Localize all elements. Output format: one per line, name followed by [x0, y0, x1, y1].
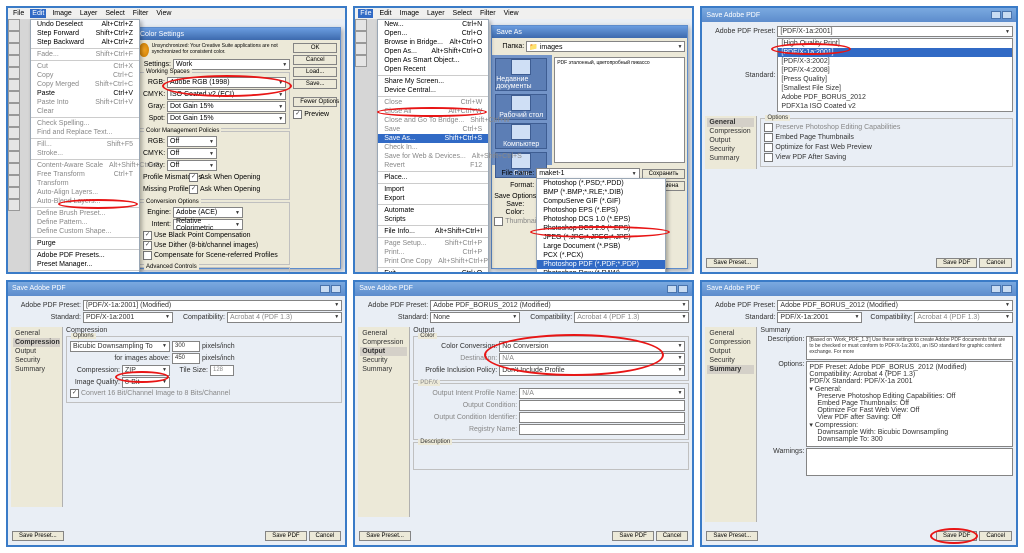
panel-pdf-general: Save Adobe PDF Adobe PDF Preset:[PDF/X-1…	[700, 6, 1018, 274]
save-pdf-button[interactable]: Save PDF	[265, 531, 306, 541]
menu-file[interactable]: File	[358, 9, 373, 18]
save-pdf-button[interactable]: Save PDF	[936, 258, 977, 268]
save-preset-button[interactable]: Save Preset...	[359, 531, 411, 541]
color-conversion-select[interactable]: No Conversion	[499, 341, 685, 352]
close-icon[interactable]	[678, 285, 688, 293]
chk-optimize-web[interactable]: Optimize for Fast Web Preview	[764, 143, 1009, 152]
save-pdf-button[interactable]: Save PDF	[612, 531, 653, 541]
panel-save-as: File Edit Image Layer Select Filter View…	[353, 6, 694, 274]
section-sidebar: General Compression Output Security Summ…	[705, 327, 757, 522]
save-button[interactable]: Сохранить	[642, 169, 686, 179]
save-preset-button[interactable]: Save Preset...	[706, 531, 758, 541]
close-icon[interactable]	[1002, 11, 1012, 19]
warning-icon	[139, 43, 149, 57]
save-preset-button[interactable]: Save Preset...	[12, 531, 64, 541]
save-preset-button[interactable]: Save Preset...	[706, 258, 758, 268]
profile-policy-select[interactable]: Don't Include Profile	[499, 365, 685, 376]
menubar: File Edit Image Layer Select Filter View	[355, 8, 692, 19]
chk-embed-thumbnails[interactable]: Embed Page Thumbnails	[764, 133, 1009, 142]
compression-select[interactable]: ZIP	[122, 365, 170, 376]
downsample-method[interactable]: Bicubic Downsampling To	[70, 341, 170, 352]
section-sidebar: General Compression Output Security Summ…	[11, 327, 63, 507]
panel-pdf-compression: Save Adobe PDF Adobe PDF Preset:[PDF/X-1…	[6, 280, 347, 548]
edit-menu-dropdown: Undo DeselectAlt+Ctrl+Z Step ForwardShif…	[30, 19, 140, 274]
save-as-dialog: Save As Папка:📁 images Недавние документ…	[491, 25, 688, 269]
cancel-button[interactable]: Cancel	[979, 258, 1012, 268]
ok-button[interactable]: OK	[293, 43, 337, 53]
save-pdf-button[interactable]: Save PDF	[936, 531, 977, 541]
cancel-button[interactable]: Cancel	[309, 531, 342, 541]
summary-options: PDF Preset: Adobe PDF_BORUS_2012 (Modifi…	[806, 361, 1013, 447]
close-icon[interactable]	[331, 285, 341, 293]
file-menu-dropdown: New...Ctrl+N Open...Ctrl+O Browse in Bri…	[377, 19, 489, 274]
preset-select[interactable]: [PDF/X-1a:2001]	[777, 26, 1013, 37]
cancel-button[interactable]: Cancel	[656, 531, 689, 541]
preset-select[interactable]: Adobe PDF_BORUS_2012 (Modified)	[777, 300, 1013, 311]
menu-color-settings[interactable]: Color Settings...Shift+Ctrl+K	[31, 272, 139, 274]
preset-select[interactable]: Adobe PDF_BORUS_2012 (Modified)	[430, 300, 689, 311]
places-sidebar: Недавние документы Рабочий стол Компьюте…	[492, 55, 552, 165]
section-sidebar: General Compression Output Security Summ…	[358, 327, 410, 517]
preset-select[interactable]: [PDF/X-1a:2001] (Modified)	[83, 300, 342, 311]
toolbox	[8, 19, 32, 273]
file-list[interactable]: PDF эталонный, цветопробный пикассо	[554, 57, 685, 163]
cancel-button[interactable]: Cancel	[293, 55, 337, 65]
color-settings-dialog: Color Settings Unsynchronized: Your Crea…	[135, 27, 341, 269]
toolbox	[355, 19, 379, 273]
chk-view-after-save[interactable]: View PDF After Saving	[764, 153, 1009, 162]
close-icon[interactable]	[326, 30, 336, 38]
panel-pdf-output: Save Adobe PDF Adobe PDF Preset:Adobe PD…	[353, 280, 694, 548]
panel-pdf-summary: Save Adobe PDF Adobe PDF Preset:Adobe PD…	[700, 280, 1018, 548]
close-icon[interactable]	[1002, 285, 1012, 293]
help-icon[interactable]	[991, 11, 1001, 19]
panel-edit-color-settings: File Edit Image Layer Select Filter View…	[6, 6, 347, 274]
section-sidebar: General Compression Output Security Summ…	[705, 116, 757, 169]
format-dropdown: Photoshop (*.PSD;*.PDD) BMP (*.BMP;*.RLE…	[536, 178, 666, 274]
close-icon[interactable]	[673, 28, 683, 36]
cancel-button[interactable]: Cancel	[979, 531, 1012, 541]
standard-list[interactable]: [High Quality Print] [PDF/X-1a:2001] [PD…	[777, 38, 1013, 112]
menu-edit[interactable]: Edit	[30, 9, 46, 18]
menubar: File Edit Image Layer Select Filter View	[8, 8, 345, 19]
chk-preserve-editing[interactable]: Preserve Photoshop Editing Capabilities	[764, 123, 1009, 132]
menu-save-as[interactable]: Save As...Shift+Ctrl+S	[378, 134, 488, 143]
